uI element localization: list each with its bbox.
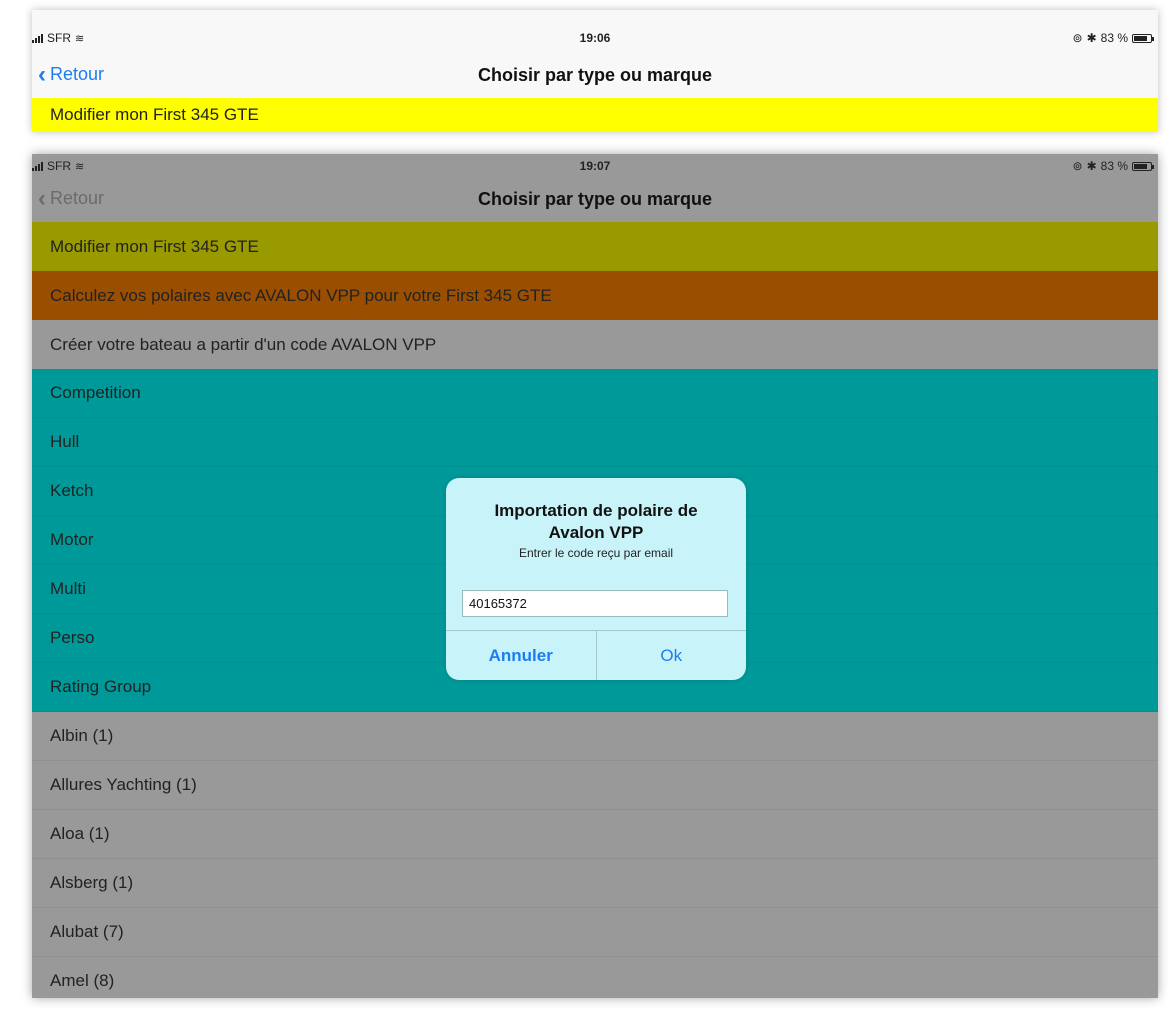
page-title: Choisir par type ou marque <box>477 189 713 209</box>
row-label: Hull <box>50 432 80 451</box>
screenshot-1: SFR ≋ 19:06 ⊚ ✱ 83 % ‹ Retour Choisir pa… <box>32 10 1158 132</box>
row-label: Competition <box>50 383 141 402</box>
dialog-message: Entrer le code reçu par email <box>518 546 674 560</box>
type-row-hull[interactable]: Hull <box>32 418 1158 467</box>
brand-row[interactable]: Albin (1) <box>32 712 1158 761</box>
screenshot-2: SFR ≋ 19:07 ⊚ ✱ 83 % ‹ Retour Choisir pa… <box>32 154 1158 998</box>
dialog-buttons: Annuler Ok <box>446 630 746 680</box>
row-label: Modifier mon First 345 GTE <box>50 236 259 256</box>
status-bar: SFR ≋ 19:06 ⊚ ✱ 83 % <box>32 28 1158 48</box>
edit-boat-row[interactable]: Modifier mon First 345 GTE <box>32 222 1158 271</box>
brand-row[interactable]: Alubat (7) <box>32 908 1158 957</box>
navigation-bar: ‹ Retour Choisir par type ou marque <box>32 54 1158 98</box>
row-label: Rating Group <box>50 677 152 696</box>
status-time: 19:07 <box>579 159 611 173</box>
row-label: Amel (8) <box>50 971 115 990</box>
bluetooth-icon: ✱ <box>1086 31 1097 45</box>
row-label: Créer votre bateau a partir d'un code AV… <box>50 334 437 354</box>
import-polar-dialog: Importation de polaire de Avalon VPP Ent… <box>446 478 746 680</box>
row-label: Multi <box>50 579 86 598</box>
rotation-lock-icon: ⊚ <box>1072 31 1083 45</box>
row-label: Ketch <box>50 481 94 500</box>
page-title: Choisir par type ou marque <box>477 65 713 85</box>
brand-row[interactable]: Amel (8) <box>32 957 1158 998</box>
battery-percent: 83 % <box>1100 31 1128 45</box>
ok-button[interactable]: Ok <box>597 631 747 680</box>
rotation-lock-icon: ⊚ <box>1072 159 1083 173</box>
row-label: Allures Yachting (1) <box>50 775 197 794</box>
calculate-polars-row[interactable]: Calculez vos polaires avec AVALON VPP po… <box>32 271 1158 320</box>
dialog-title: Importation de polaire de Avalon VPP <box>494 501 698 542</box>
row-label: Motor <box>50 530 94 549</box>
edit-boat-row[interactable]: Modifier mon First 345 GTE <box>32 98 1158 132</box>
code-input[interactable] <box>462 590 728 617</box>
row-label: Alsberg (1) <box>50 873 134 892</box>
brand-row[interactable]: Alsberg (1) <box>32 859 1158 908</box>
battery-percent: 83 % <box>1100 159 1128 173</box>
row-label: Aloa (1) <box>50 824 110 843</box>
brand-row[interactable]: Aloa (1) <box>32 810 1158 859</box>
status-bar: SFR ≋ 19:07 ⊚ ✱ 83 % <box>32 156 1158 176</box>
row-label: Albin (1) <box>50 726 114 745</box>
status-time: 19:06 <box>579 31 611 45</box>
battery-icon <box>1132 161 1154 171</box>
row-label: Modifier mon First 345 GTE <box>50 105 259 124</box>
brand-row[interactable]: Allures Yachting (1) <box>32 761 1158 810</box>
cancel-button[interactable]: Annuler <box>446 631 597 680</box>
bluetooth-icon: ✱ <box>1086 159 1097 173</box>
row-label: Alubat (7) <box>50 922 124 941</box>
navigation-bar: ‹ Retour Choisir par type ou marque <box>32 178 1158 222</box>
row-label: Perso <box>50 628 95 647</box>
type-row-competition[interactable]: Competition <box>32 369 1158 418</box>
row-label: Calculez vos polaires avec AVALON VPP po… <box>50 285 552 305</box>
create-from-code-row[interactable]: Créer votre bateau a partir d'un code AV… <box>32 320 1158 369</box>
battery-icon <box>1132 33 1154 43</box>
